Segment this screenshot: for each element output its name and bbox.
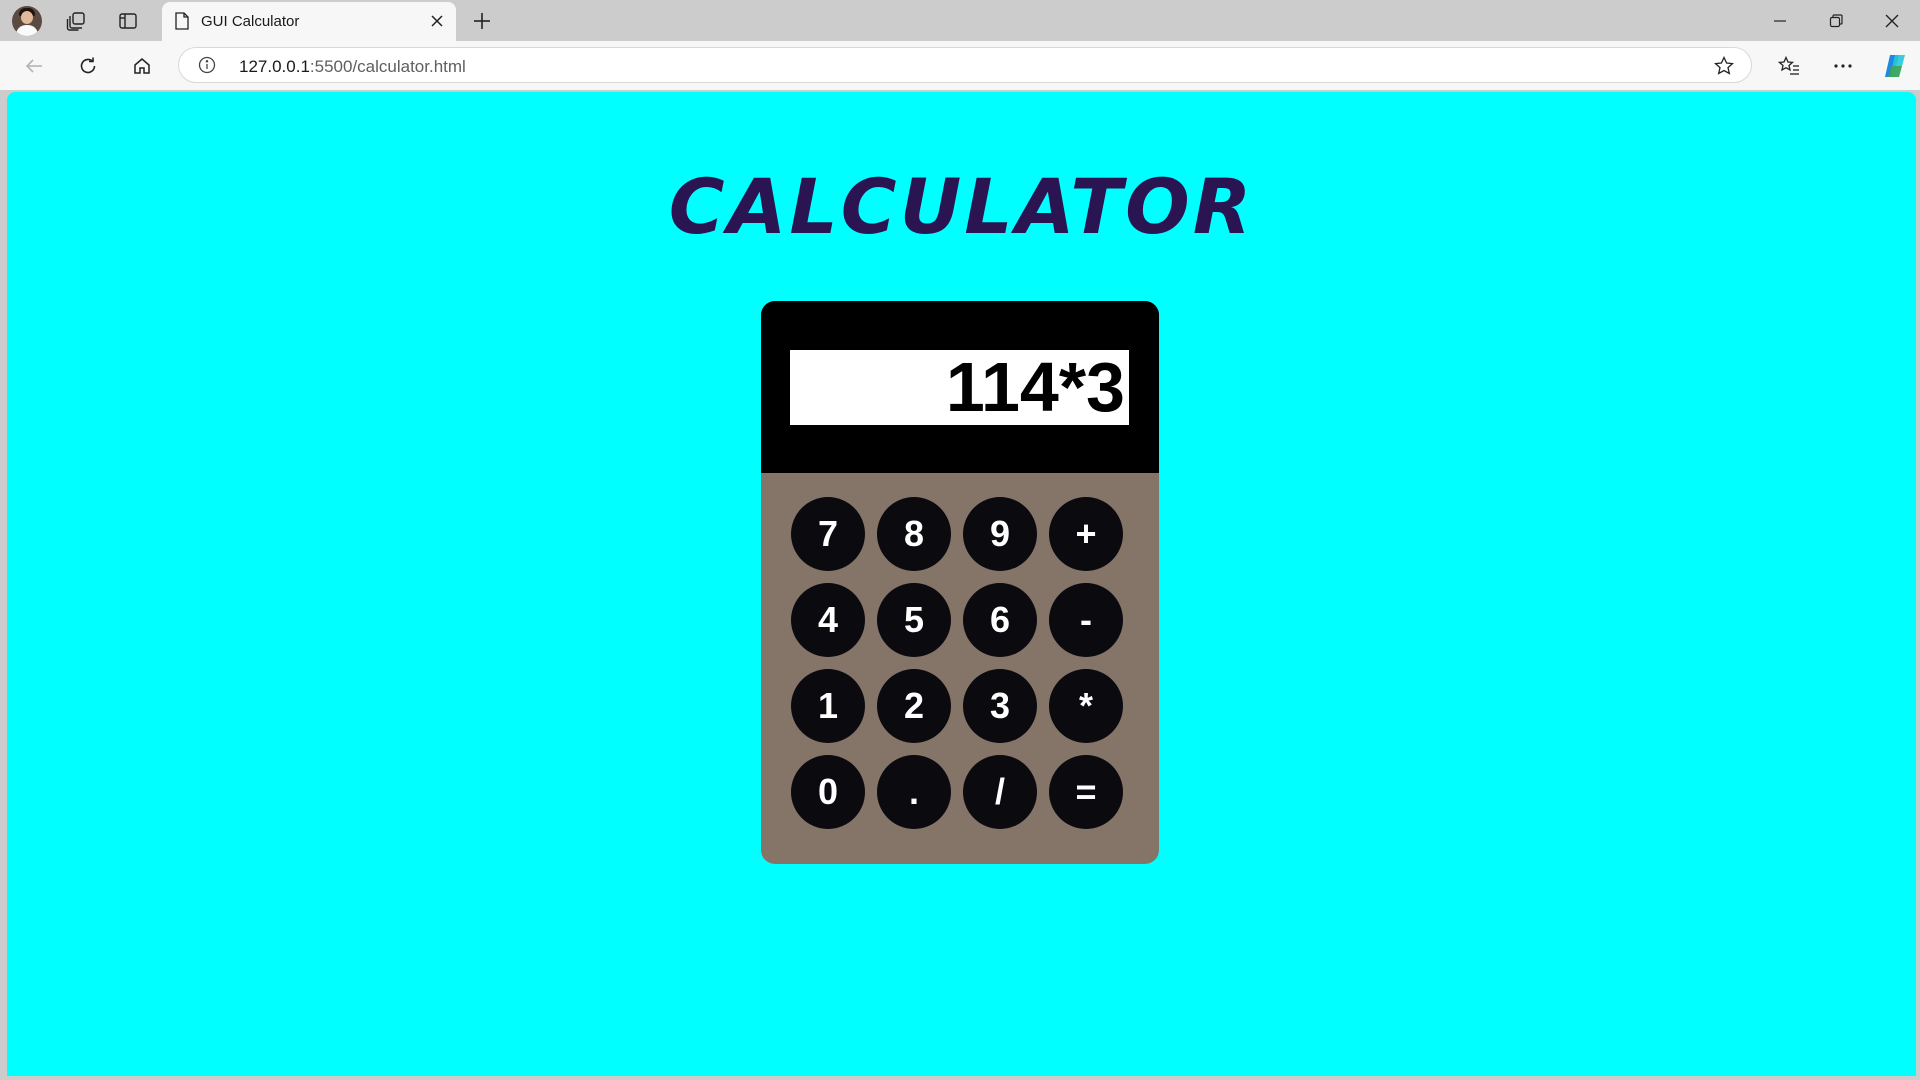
calculator-display[interactable] (790, 350, 1129, 425)
more-options-icon[interactable] (1829, 53, 1857, 79)
key-7-button[interactable]: 7 (791, 497, 865, 571)
key-divide-button[interactable]: / (963, 755, 1037, 829)
key-6-button[interactable]: 6 (963, 583, 1037, 657)
display-bezel (761, 301, 1159, 473)
key-1-button[interactable]: 1 (791, 669, 865, 743)
key-3-button[interactable]: 3 (963, 669, 1037, 743)
url-path: :5500/calculator.html (309, 57, 466, 76)
back-icon[interactable] (20, 53, 48, 79)
favorites-icon[interactable] (1775, 53, 1803, 79)
key-5-button[interactable]: 5 (877, 583, 951, 657)
page-viewport: CALCULATOR 789+456- 123* 0./= (7, 92, 1916, 1076)
key-plus-button[interactable]: + (1049, 497, 1123, 571)
url-host: 127.0.0.1 (239, 57, 310, 76)
address-bar[interactable]: 127.0.0.1:5500/calculator.html (178, 47, 1752, 83)
keypad: 7 8 9 +4 5 6- 1 2 3 * 0. / = (791, 497, 1123, 829)
key-minus-button[interactable]: - (1049, 583, 1123, 657)
new-tab-icon[interactable] (470, 9, 494, 33)
calculator: 789+456- 123* 0./= (761, 301, 1159, 864)
favorite-star-icon[interactable] (1713, 55, 1735, 77)
tab-title: GUI Calculator (201, 13, 300, 30)
page-icon (173, 11, 191, 31)
key-multiply-button[interactable]: * (1049, 669, 1123, 743)
profile-avatar-icon[interactable] (12, 6, 42, 36)
restore-window-icon[interactable] (1824, 9, 1848, 33)
vertical-tabs-icon[interactable] (115, 9, 141, 33)
key-0-button[interactable]: 0 (791, 755, 865, 829)
key-decimal-button[interactable]: . (877, 755, 951, 829)
key-4-button[interactable]: 4 (791, 583, 865, 657)
key-8-button[interactable]: 8 (877, 497, 951, 571)
tab-gui-calculator[interactable]: GUI Calculator (162, 2, 456, 41)
home-icon[interactable] (128, 53, 156, 79)
close-tab-icon[interactable] (428, 12, 446, 30)
browser-toolbar: 127.0.0.1:5500/calculator.html (0, 41, 1920, 90)
workspaces-icon[interactable] (63, 9, 89, 33)
reload-icon[interactable] (74, 53, 102, 79)
key-9-button[interactable]: 9 (963, 497, 1037, 571)
browser-tab-strip: GUI Calculator (0, 0, 1920, 41)
copilot-icon[interactable] (1879, 51, 1911, 81)
close-window-icon[interactable] (1880, 9, 1904, 33)
minimize-window-icon[interactable] (1768, 9, 1792, 33)
key-2-button[interactable]: 2 (877, 669, 951, 743)
page-title: CALCULATOR (668, 162, 1255, 251)
site-info-icon[interactable] (197, 55, 217, 75)
url-text[interactable]: 127.0.0.1:5500/calculator.html (239, 57, 466, 77)
key-equals-button[interactable]: = (1049, 755, 1123, 829)
